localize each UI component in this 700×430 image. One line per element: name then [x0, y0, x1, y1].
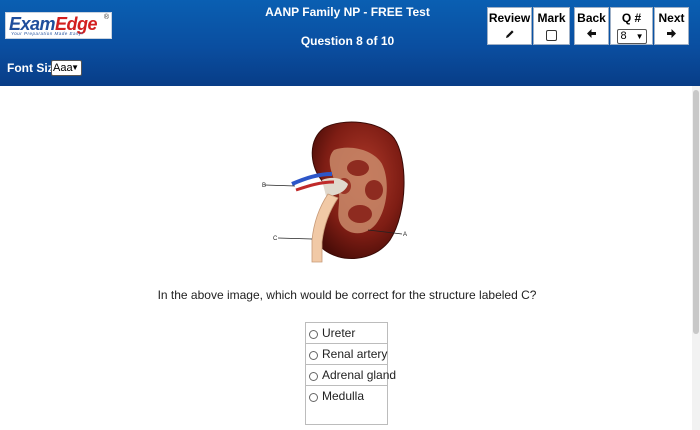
back-label: Back [577, 11, 606, 25]
pencil-icon [488, 28, 531, 42]
question-counter: Question 8 of 10 [300, 34, 395, 48]
kidney-diagram-image: B C A [262, 116, 412, 264]
question-number-control: Q # 8 ▼ [610, 7, 653, 45]
question-text: In the above image, which would be corre… [157, 288, 537, 302]
chevron-down-icon: ▼ [71, 63, 79, 72]
font-size-value: Aaa [53, 62, 73, 74]
label-a: A [403, 232, 407, 238]
radio-button[interactable] [309, 393, 318, 402]
question-number-select[interactable]: 8 ▼ [616, 29, 647, 44]
font-size-select[interactable]: Aaa ▼ [51, 60, 82, 76]
answer-options: Ureter Renal artery Adrenal gland Medull… [305, 322, 396, 425]
chevron-down-icon: ▼ [635, 32, 644, 41]
scrollbar-thumb[interactable] [693, 90, 699, 334]
arrow-right-icon [655, 28, 688, 42]
qnum-label: Q # [621, 11, 642, 25]
arrow-left-icon [575, 28, 608, 42]
label-c: C [273, 236, 278, 242]
header-bar: ExamEdge ® Your Preparation Made Easy! A… [0, 0, 700, 86]
label-b: B [262, 183, 266, 189]
checkbox-icon[interactable] [546, 30, 557, 41]
radio-button[interactable] [309, 372, 318, 381]
question-number-value: 8 [620, 30, 627, 42]
mark-label: Mark [537, 11, 566, 25]
back-button[interactable]: Back [574, 7, 609, 45]
examedge-logo: ExamEdge ® Your Preparation Made Easy! [5, 12, 112, 39]
answer-option[interactable]: Medulla [306, 386, 387, 424]
answer-label: Medulla [322, 389, 365, 403]
answer-option[interactable]: Adrenal gland [306, 365, 396, 386]
answer-label: Adrenal gland [322, 368, 397, 382]
answer-label: Ureter [322, 326, 356, 340]
answer-option[interactable]: Renal artery [306, 344, 387, 365]
next-button[interactable]: Next [654, 7, 689, 45]
review-button[interactable]: Review [487, 7, 532, 45]
logo-registered-mark: ® [103, 14, 109, 21]
answer-label: Renal artery [322, 347, 388, 361]
review-label: Review [488, 11, 531, 25]
logo-tagline: Your Preparation Made Easy! [11, 31, 84, 36]
radio-button[interactable] [309, 330, 318, 339]
test-title: AANP Family NP - FREE Test [265, 5, 430, 19]
radio-button[interactable] [309, 351, 318, 360]
next-label: Next [658, 11, 685, 25]
mark-button[interactable]: Mark [533, 7, 570, 45]
answer-option[interactable]: Ureter [306, 323, 387, 344]
